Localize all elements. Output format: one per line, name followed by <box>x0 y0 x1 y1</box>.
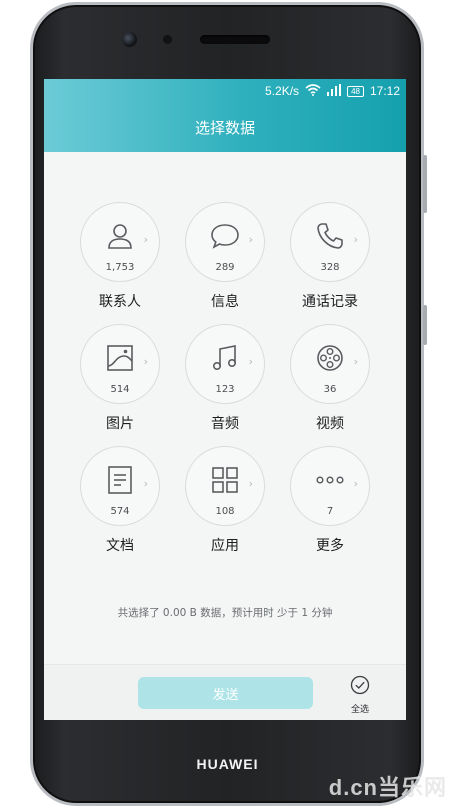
category-apps[interactable]: › 108 应用 <box>173 446 277 555</box>
earpiece <box>200 35 270 44</box>
category-count: 1,753 <box>105 262 135 273</box>
watermark: d.cn当乐网 <box>328 775 447 800</box>
category-count: 574 <box>110 506 130 517</box>
selection-summary: 共选择了 0.00 B 数据，预计用时 少于 1 分钟 <box>117 607 333 619</box>
category-label: 音频 <box>211 416 239 432</box>
select-all-label: 全选 <box>350 705 369 715</box>
chevron-right-icon: › <box>353 477 358 490</box>
category-label: 通话记录 <box>302 294 358 310</box>
chevron-right-icon: › <box>143 233 148 246</box>
document-icon <box>108 466 132 494</box>
category-circle[interactable]: › 1,753 <box>80 202 160 282</box>
category-circle[interactable]: › 328 <box>290 202 370 282</box>
wifi-icon <box>305 83 321 99</box>
category-pictures[interactable]: › 514 图片 <box>68 324 172 433</box>
chevron-right-icon: › <box>143 477 148 490</box>
picture-icon <box>107 345 133 371</box>
category-circle[interactable]: › 574 <box>80 446 160 526</box>
category-circle[interactable]: › 7 <box>290 446 370 526</box>
category-label: 文档 <box>106 538 134 554</box>
phone-icon <box>317 223 343 249</box>
proximity-sensor <box>163 35 172 44</box>
category-count: 328 <box>320 262 340 273</box>
category-more[interactable]: › 7 更多 <box>278 446 382 555</box>
contact-icon <box>108 224 132 249</box>
signal-icon <box>327 83 342 99</box>
screen: 5.2K/s 48 17:12 选择数据 › 1,753 联系人 › 289 信… <box>44 79 406 720</box>
bottom-action-bar: 发送 全选 <box>44 664 406 720</box>
chevron-right-icon: › <box>248 355 253 368</box>
category-count: 289 <box>215 262 235 273</box>
category-label: 图片 <box>106 416 134 432</box>
category-label: 更多 <box>316 538 344 554</box>
chevron-right-icon: › <box>248 233 253 246</box>
page-title: 选择数据 <box>194 119 255 137</box>
category-messages[interactable]: › 289 信息 <box>173 202 277 311</box>
category-label: 视频 <box>316 416 344 432</box>
category-contacts[interactable]: › 1,753 联系人 <box>68 202 172 311</box>
music-icon <box>213 345 236 370</box>
category-circle[interactable]: › 514 <box>80 324 160 404</box>
battery-icon: 48 <box>347 85 364 97</box>
chevron-right-icon: › <box>143 355 148 368</box>
category-count: 36 <box>323 384 337 395</box>
apps-grid-icon <box>212 467 238 493</box>
category-call-log[interactable]: › 328 通话记录 <box>278 202 382 311</box>
message-icon <box>211 224 239 249</box>
check-circle-icon <box>350 675 370 695</box>
category-count: 514 <box>110 384 130 395</box>
category-circle[interactable]: › 123 <box>185 324 265 404</box>
category-audio[interactable]: › 123 音频 <box>173 324 277 433</box>
category-count: 7 <box>326 506 334 517</box>
volume-button <box>423 305 427 345</box>
category-count: 123 <box>215 384 235 395</box>
category-circle[interactable]: › 289 <box>185 202 265 282</box>
category-label: 联系人 <box>99 294 141 310</box>
category-circle[interactable]: › 108 <box>185 446 265 526</box>
category-video[interactable]: › 36 视频 <box>278 324 382 433</box>
chevron-right-icon: › <box>248 477 253 490</box>
network-speed: 5.2K/s <box>265 84 300 98</box>
send-button[interactable]: 发送 <box>138 677 313 709</box>
select-all-button[interactable]: 全选 <box>344 675 376 715</box>
category-circle[interactable]: › 36 <box>290 324 370 404</box>
film-reel-icon <box>317 345 343 371</box>
status-bar: 5.2K/s 48 17:12 <box>44 79 406 103</box>
front-camera <box>122 32 137 47</box>
category-label: 应用 <box>211 538 239 554</box>
chevron-right-icon: › <box>353 233 358 246</box>
app-header: 5.2K/s 48 17:12 选择数据 <box>44 79 406 152</box>
chevron-right-icon: › <box>353 355 358 368</box>
clock: 17:12 <box>369 84 400 98</box>
more-dots-icon <box>316 476 344 484</box>
category-label: 信息 <box>211 294 239 310</box>
category-documents[interactable]: › 574 文档 <box>68 446 172 555</box>
power-button <box>423 155 427 213</box>
category-count: 108 <box>215 506 235 517</box>
